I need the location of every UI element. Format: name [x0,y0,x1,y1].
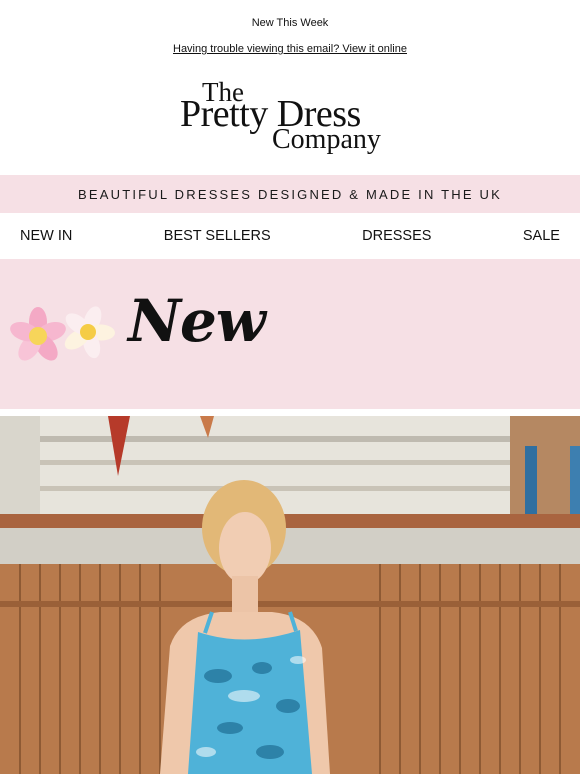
new-arrivals-banner[interactable]: New [0,259,580,409]
nav-sale[interactable]: SALE [523,228,560,244]
hero-image[interactable] [0,416,580,774]
new-heading: New [128,287,266,355]
logo-line-company: Company [272,124,381,155]
view-online-row: Having trouble viewing this email? View … [0,37,580,67]
view-online-link[interactable]: Having trouble viewing this email? View … [173,43,407,55]
nav-dresses[interactable]: DRESSES [362,228,431,244]
model-photo [0,416,580,774]
main-nav: NEW IN BEST SELLERS DRESSES SALE [0,213,580,259]
tagline-bar: BEAUTIFUL DRESSES DESIGNED & MADE IN THE… [0,175,580,213]
nav-best-sellers[interactable]: BEST SELLERS [164,228,271,244]
frangipani-flower-icon [10,306,115,361]
logo-wordmark: The Pretty Dress Company [180,79,400,163]
preheader-text: New This Week [251,17,329,29]
brand-logo[interactable]: The Pretty Dress Company [0,67,580,175]
nav-new-in[interactable]: NEW IN [20,228,72,244]
tagline-text: BEAUTIFUL DRESSES DESIGNED & MADE IN THE… [78,186,502,202]
